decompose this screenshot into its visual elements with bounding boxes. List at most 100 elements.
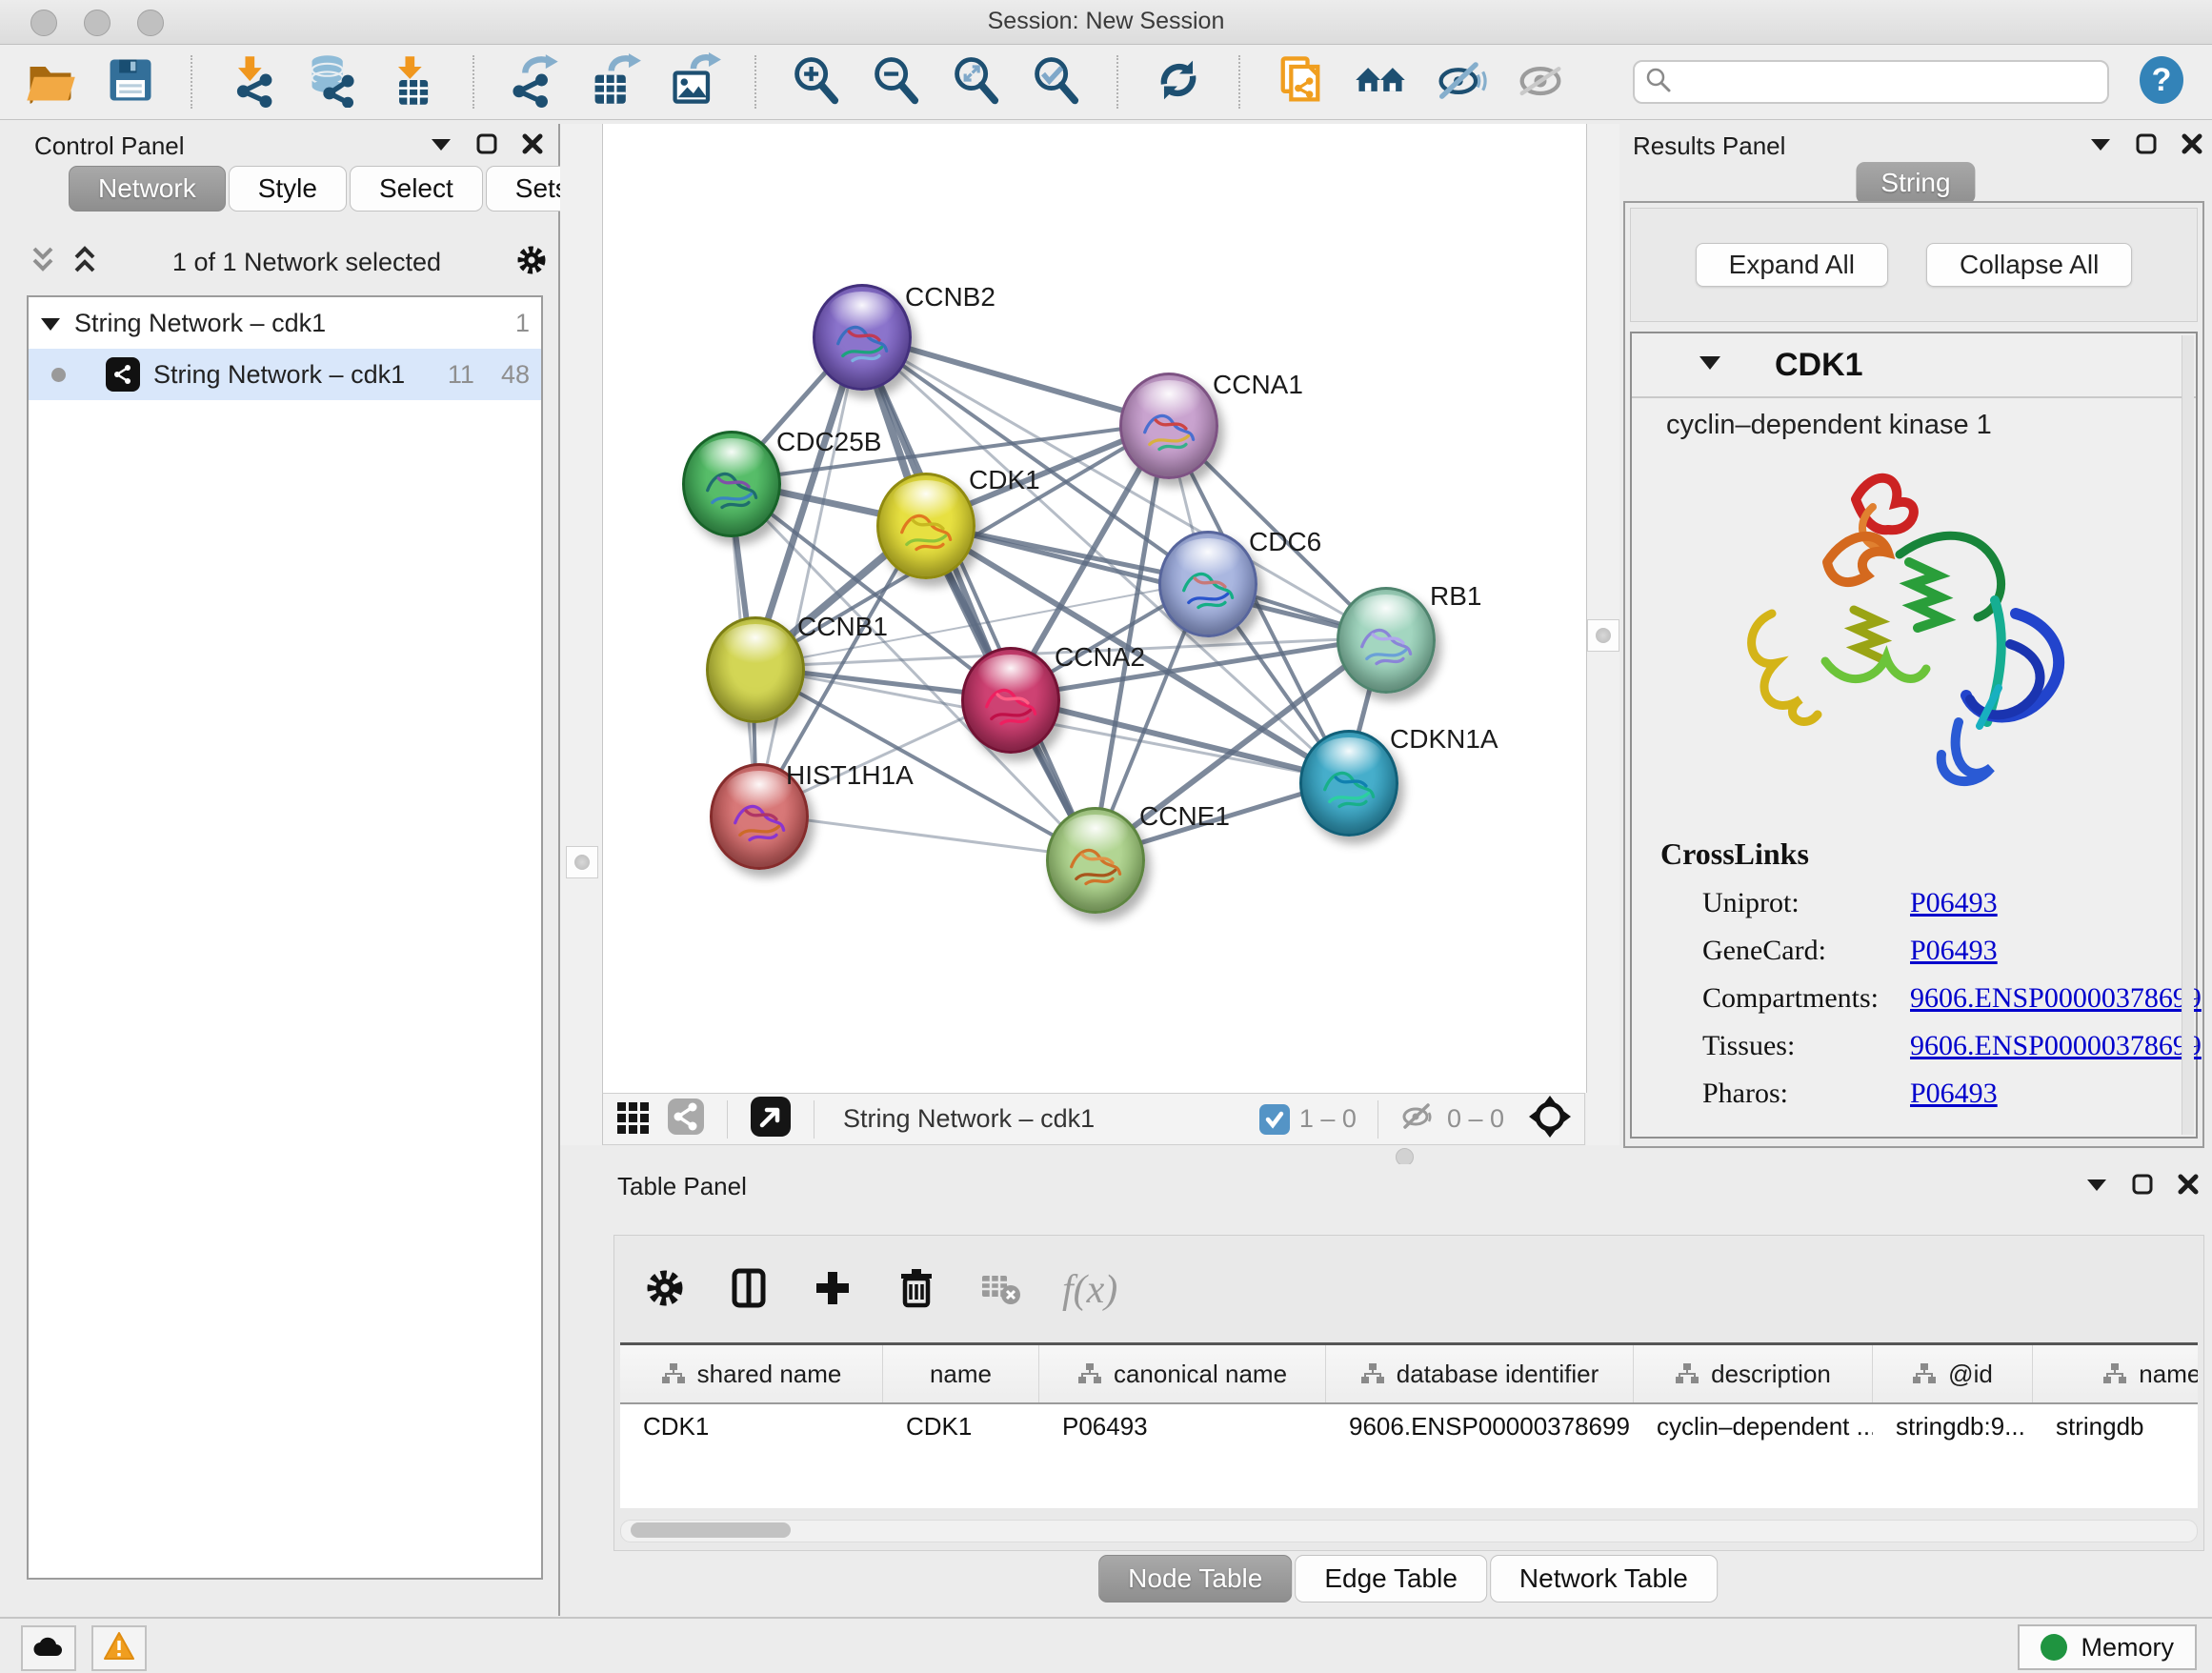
table-settings-gear-icon[interactable]: [643, 1266, 687, 1315]
float-panel-icon[interactable]: [476, 133, 497, 159]
column-header-description[interactable]: description: [1634, 1345, 1873, 1402]
first-neighbors-button[interactable]: [1353, 54, 1408, 110]
window-title: Session: New Session: [0, 8, 2212, 35]
column-header--id[interactable]: @id: [1873, 1345, 2033, 1402]
left-splitter-handle[interactable]: [566, 846, 598, 878]
column-header-database-identifier[interactable]: database identifier: [1326, 1345, 1634, 1402]
show-all-button[interactable]: [1513, 54, 1568, 110]
tab-network-table[interactable]: Network Table: [1490, 1555, 1718, 1602]
create-column-icon[interactable]: [811, 1266, 855, 1315]
export-table-button[interactable]: [587, 54, 642, 110]
import-table-button[interactable]: [385, 54, 440, 110]
zoom-out-button[interactable]: [869, 54, 924, 110]
left-splitter[interactable]: [560, 124, 602, 1145]
node-CCNE1[interactable]: [1046, 807, 1145, 914]
scrollbar-thumb[interactable]: [631, 1522, 791, 1538]
crosslink-link[interactable]: P06493: [1910, 1078, 1998, 1110]
panel-menu-icon[interactable]: [2086, 1177, 2107, 1197]
float-panel-icon[interactable]: [2136, 133, 2157, 159]
node-CDK1[interactable]: [876, 473, 975, 579]
node-CDC6[interactable]: [1158, 531, 1257, 637]
detach-view-icon[interactable]: [749, 1095, 793, 1143]
tab-style[interactable]: Style: [229, 166, 347, 212]
save-session-button[interactable]: [103, 54, 158, 110]
import-network-icon: [225, 52, 280, 112]
show-columns-icon[interactable]: [727, 1266, 771, 1315]
table-cell[interactable]: stringdb:9...: [1873, 1412, 2033, 1441]
hide-selection-button[interactable]: [1433, 54, 1488, 110]
results-scrollbar[interactable]: [2182, 335, 2194, 1135]
node-CCNB2[interactable]: [813, 284, 912, 391]
column-header-canonical-name[interactable]: canonical name: [1039, 1345, 1326, 1402]
close-panel-icon[interactable]: [522, 133, 543, 159]
tab-select[interactable]: Select: [350, 166, 483, 212]
network-collection-row[interactable]: String Network – cdk1 1: [29, 297, 541, 349]
node-table[interactable]: shared namenamecanonical namedatabase id…: [620, 1342, 2198, 1508]
table-cell[interactable]: 9606.ENSP00000378699: [1326, 1412, 1634, 1441]
tab-network[interactable]: Network: [69, 166, 226, 212]
edge-CCNB2-HIST1H1A[interactable]: [756, 334, 859, 814]
network-row[interactable]: String Network – cdk1 1148: [29, 349, 541, 400]
network-view-mode-icon[interactable]: [666, 1097, 706, 1141]
table-cell[interactable]: CDK1: [883, 1412, 1039, 1441]
panel-menu-icon[interactable]: [2090, 136, 2111, 156]
export-image-button[interactable]: [667, 54, 722, 110]
table-cell[interactable]: stringdb: [2033, 1412, 2198, 1441]
cloud-status-button[interactable]: [21, 1625, 76, 1671]
grid-view-icon[interactable]: [614, 1098, 653, 1140]
expand-all-networks-icon[interactable]: [70, 245, 99, 280]
collapse-all-button[interactable]: Collapse All: [1926, 243, 2132, 287]
tab-node-table[interactable]: Node Table: [1098, 1555, 1292, 1602]
expand-all-button[interactable]: Expand All: [1696, 243, 1888, 287]
search-input[interactable]: [1680, 67, 2098, 98]
import-database-button[interactable]: [305, 54, 360, 110]
apply-layout-button[interactable]: [1151, 54, 1206, 110]
table-horizontal-scrollbar[interactable]: [620, 1520, 2198, 1542]
table-cell[interactable]: P06493: [1039, 1412, 1326, 1441]
crosslink-link[interactable]: 9606.ENSP00000378699: [1910, 982, 2202, 1015]
zoom-selected-button[interactable]: [1029, 54, 1084, 110]
gene-section-header[interactable]: CDK1: [1632, 333, 2196, 398]
crosslink-link[interactable]: P06493: [1910, 887, 1998, 919]
node-RB1[interactable]: [1337, 587, 1436, 694]
node-CDC25B[interactable]: [682, 431, 781, 537]
column-header-name[interactable]: name: [883, 1345, 1039, 1402]
close-panel-icon[interactable]: [2182, 133, 2202, 159]
float-panel-icon[interactable]: [2132, 1174, 2153, 1199]
birdseye-toggle-icon[interactable]: [1527, 1094, 1573, 1144]
section-collapse-triangle-icon[interactable]: [1699, 354, 1721, 375]
memory-button[interactable]: Memory: [2018, 1624, 2197, 1670]
delete-column-trash-icon[interactable]: [895, 1266, 938, 1315]
table-row[interactable]: CDK1CDK1P064939606.ENSP00000378699cyclin…: [620, 1404, 2198, 1448]
zoom-in-button[interactable]: [789, 54, 844, 110]
table-cell[interactable]: CDK1: [620, 1412, 883, 1441]
open-session-button[interactable]: [23, 54, 78, 110]
import-network-button[interactable]: [225, 54, 280, 110]
crosslink-link[interactable]: 9606.ENSP00000378699: [1910, 1030, 2202, 1062]
function-builder-icon[interactable]: f(x): [1062, 1267, 1117, 1313]
help-button[interactable]: ?: [2134, 54, 2189, 110]
export-network-button[interactable]: [507, 54, 562, 110]
node-CCNB1[interactable]: [706, 616, 805, 723]
collapse-triangle-icon[interactable]: [40, 309, 61, 338]
warning-button[interactable]: [91, 1625, 147, 1671]
network-canvas[interactable]: CCNB2CCNA1CDC25BCDK1CDC6RB1CCNB1CCNA2CDK…: [602, 124, 1587, 1093]
collapse-all-networks-icon[interactable]: [29, 245, 57, 280]
crosslink-row: Tissues:9606.ENSP00000378699: [1660, 1030, 2177, 1062]
crosslink-link[interactable]: P06493: [1910, 935, 1998, 967]
tab-string[interactable]: String: [1856, 162, 1975, 204]
zoom-fit-button[interactable]: [949, 54, 1004, 110]
panel-menu-icon[interactable]: [431, 136, 452, 156]
column-header-namespace[interactable]: namespace: [2033, 1345, 2198, 1402]
right-splitter-handle[interactable]: [1587, 619, 1619, 652]
delete-table-icon[interactable]: [978, 1266, 1022, 1315]
node-CCNA2[interactable]: [961, 647, 1060, 754]
table-cell[interactable]: cyclin–dependent ...: [1634, 1412, 1873, 1441]
new-network-from-selection-button[interactable]: [1273, 54, 1328, 110]
column-header-shared-name[interactable]: shared name: [620, 1345, 883, 1402]
network-options-gear-icon[interactable]: [514, 243, 549, 282]
tab-edge-table[interactable]: Edge Table: [1295, 1555, 1487, 1602]
close-panel-icon[interactable]: [2178, 1174, 2199, 1199]
node-CCNA1[interactable]: [1119, 373, 1218, 479]
node-CDKN1A[interactable]: [1299, 730, 1398, 836]
